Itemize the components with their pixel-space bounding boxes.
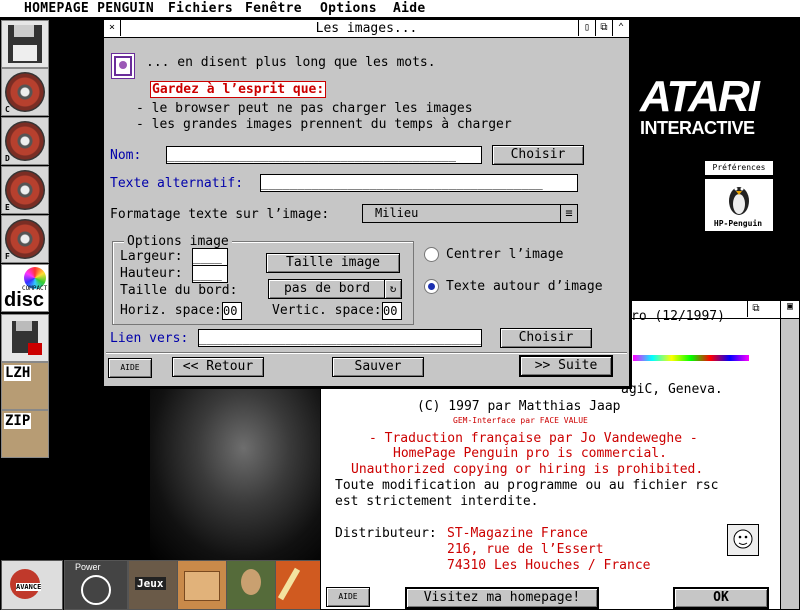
dialog-title: Les images... bbox=[315, 21, 418, 36]
image-size-button[interactable]: Taille image bbox=[266, 253, 400, 273]
about-distributor-street: 216, rue de l’Essert bbox=[447, 542, 604, 557]
dialog-separator bbox=[106, 352, 627, 354]
about-unauthorized: Unauthorized copying or hiring is prohib… bbox=[351, 462, 704, 477]
next-button[interactable]: >> Suite bbox=[519, 355, 613, 377]
atari-logo: ATARI INTERACTIVE bbox=[632, 72, 760, 142]
about-close-icon[interactable]: ▣ bbox=[781, 301, 799, 319]
name-label: Nom: bbox=[110, 148, 142, 163]
warning-bullet-1: - le browser peut ne pas charger les ima… bbox=[136, 101, 473, 116]
cycle-icon[interactable]: ↻ bbox=[384, 279, 402, 299]
dock-mona-lisa-icon[interactable] bbox=[226, 560, 276, 610]
image-options-title: Options image bbox=[124, 234, 232, 249]
menu-options[interactable]: Options bbox=[320, 1, 377, 16]
save-button[interactable]: Sauver bbox=[332, 357, 424, 377]
about-magic-line: agiC, Geneva. bbox=[621, 382, 723, 397]
desktop-wallpaper-figure bbox=[150, 388, 320, 560]
ok-button[interactable]: OK bbox=[673, 587, 769, 609]
image-frame-icon bbox=[111, 53, 135, 79]
choose-link-button[interactable]: Choisir bbox=[500, 328, 592, 348]
center-image-radio[interactable] bbox=[424, 247, 439, 262]
about-scrollbar[interactable]: ▣ bbox=[780, 300, 800, 610]
link-label: Lien vers: bbox=[110, 331, 189, 346]
dropdown-menu-icon: ≡ bbox=[560, 205, 577, 222]
dock-avance-icon[interactable]: AVANCE bbox=[1, 560, 63, 610]
border-select[interactable]: pas de bord bbox=[268, 279, 386, 299]
vspace-label: Vertic. space: bbox=[272, 303, 382, 318]
wrap-text-label: Texte autour d’image bbox=[446, 279, 603, 294]
about-translation: - Traduction française par Jo Vandeweghe… bbox=[369, 431, 698, 446]
atari-logo-subtext: INTERACTIVE bbox=[640, 118, 755, 138]
preferences-label: Préférences bbox=[704, 160, 774, 176]
dialog-fullscreen-icon[interactable]: ⧉ bbox=[595, 20, 612, 36]
alt-text-field[interactable]: _______________________________________ bbox=[260, 174, 578, 192]
wrap-text-radio[interactable] bbox=[424, 279, 439, 294]
menu-fichiers[interactable]: Fichiers bbox=[168, 1, 233, 16]
menu-app[interactable]: HOMEPAGE PENGUIN bbox=[24, 1, 154, 16]
about-modification-2: est strictement interdite. bbox=[335, 494, 539, 509]
about-copyright: (C) 1997 par Matthias Jaap bbox=[417, 399, 621, 414]
images-dialog: × Les images... ▯ ⧉ ⌃ ... en disent plus… bbox=[103, 19, 630, 387]
menu-bar: HOMEPAGE PENGUIN Fichiers Fenêtre Option… bbox=[0, 0, 800, 18]
lzh-archive-icon[interactable]: LZH bbox=[1, 362, 49, 410]
width-label: Largeur: bbox=[120, 249, 183, 264]
atari-logo-text: ATARI bbox=[640, 72, 760, 121]
cd-drive-c-icon[interactable]: C bbox=[1, 68, 49, 116]
compact-disc-icon[interactable]: COMPACT disc bbox=[1, 264, 49, 312]
name-field[interactable]: ________________________________________ bbox=[166, 146, 482, 164]
hp-penguin-desktop-icon[interactable]: Préférences HP-Penguin bbox=[704, 160, 774, 232]
dock-jeux-icon[interactable]: Jeux bbox=[128, 560, 178, 610]
height-field[interactable]: ____ bbox=[192, 265, 228, 283]
about-modification-1: Toute modification au programme ou au fi… bbox=[335, 478, 719, 493]
about-distributor-city: 74310 Les Houches / France bbox=[447, 558, 651, 573]
menu-aide[interactable]: Aide bbox=[393, 1, 426, 16]
format-select-value: Milieu bbox=[375, 206, 419, 220]
about-help-button[interactable]: AIDE bbox=[326, 587, 370, 607]
warning-title: Gardez à l’esprit que: bbox=[150, 81, 327, 98]
dialog-shade-icon[interactable]: ⌃ bbox=[612, 20, 629, 36]
dialog-help-button[interactable]: AIDE bbox=[108, 358, 152, 378]
border-size-label: Taille du bord: bbox=[120, 283, 238, 298]
alt-text-label: Texte alternatif: bbox=[110, 176, 244, 191]
cd-drive-e-icon[interactable]: E bbox=[1, 166, 49, 214]
about-fullscreen-icon[interactable]: ⧉ bbox=[747, 301, 764, 317]
about-gem-interface: GEM-Interface par FACE VALUE bbox=[453, 416, 588, 425]
about-version-text: ro (12/1997) bbox=[631, 309, 725, 324]
height-label: Hauteur: bbox=[120, 266, 183, 281]
choose-name-button[interactable]: Choisir bbox=[492, 145, 584, 165]
cd-drive-f-icon[interactable]: F bbox=[1, 215, 49, 263]
menu-fenetre[interactable]: Fenêtre bbox=[245, 1, 302, 16]
dialog-iconify-icon[interactable]: ▯ bbox=[578, 20, 595, 36]
hspace-label: Horiz. space: bbox=[120, 303, 222, 318]
cd-drive-d-icon[interactable]: D bbox=[1, 117, 49, 165]
dialog-titlebar[interactable]: × Les images... ▯ ⧉ ⌃ bbox=[104, 20, 629, 38]
vspace-field[interactable]: 00 bbox=[382, 302, 402, 320]
format-label: Formatage texte sur l’image: bbox=[110, 207, 330, 222]
dock-power-icon[interactable]: Power bbox=[64, 560, 128, 610]
format-select[interactable]: Milieu ≡ bbox=[362, 204, 578, 223]
floppy-drive-icon[interactable] bbox=[1, 20, 49, 68]
visit-homepage-button[interactable]: Visitez ma homepage! bbox=[405, 587, 599, 609]
about-commercial: HomePage Penguin pro is commercial. bbox=[393, 446, 667, 461]
back-button[interactable]: << Retour bbox=[172, 357, 264, 377]
dock-paint-icon[interactable] bbox=[275, 560, 321, 610]
zip-archive-icon[interactable]: ZIP bbox=[1, 410, 49, 458]
author-portrait-icon bbox=[727, 524, 759, 556]
dock-radio-icon[interactable] bbox=[177, 560, 227, 610]
about-color-strip bbox=[633, 355, 749, 361]
floppy-tool-icon[interactable] bbox=[1, 314, 49, 362]
center-image-label: Centrer l’image bbox=[446, 247, 564, 262]
width-field[interactable]: ____ bbox=[192, 248, 228, 266]
warning-bullet-2: - les grandes images prennent du temps à… bbox=[136, 117, 512, 132]
hp-penguin-label: HP-Penguin bbox=[713, 219, 763, 228]
about-distributor-label: Distributeur: bbox=[335, 526, 437, 541]
link-field[interactable]: ________________________________________ bbox=[198, 329, 482, 347]
hspace-field[interactable]: 00 bbox=[222, 302, 242, 320]
dialog-intro: ... en disent plus long que les mots. bbox=[146, 55, 436, 70]
about-distributor-name: ST-Magazine France bbox=[447, 526, 588, 541]
